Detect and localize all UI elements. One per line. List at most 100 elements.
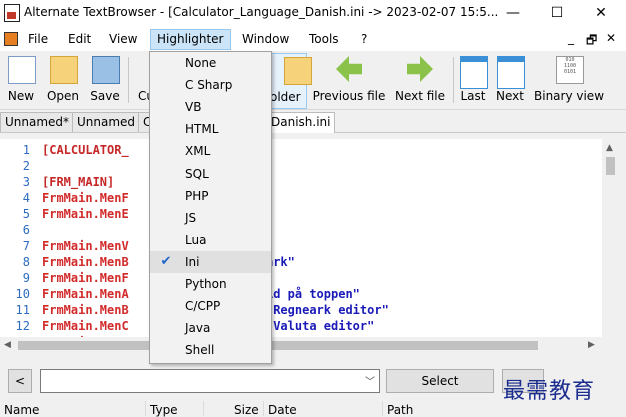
highlighter-option-c-sharp[interactable]: C Sharp — [150, 74, 271, 96]
highlighter-option-ini[interactable]: ✔ Ini — [150, 250, 271, 273]
scroll-up-icon[interactable]: ▲ — [606, 143, 613, 153]
folder-icon — [284, 57, 312, 85]
line-number: 4 — [22, 191, 30, 205]
mdi-minimize-button[interactable]: _ — [568, 31, 574, 45]
binary-file-icon: 010 1100 0101 — [556, 56, 584, 84]
new-label: New — [7, 89, 35, 103]
column-header-date[interactable]: Date — [268, 403, 297, 417]
next-window-icon — [497, 56, 525, 89]
next-button[interactable]: Next — [494, 53, 526, 107]
highlighter-option-none[interactable]: None — [150, 52, 271, 74]
menu-tools[interactable]: Tools — [303, 30, 345, 49]
highlighter-option-label: SQL — [185, 166, 209, 181]
tab-unnamed-modified[interactable]: Unnamed* — [0, 112, 75, 132]
document-menu-icon[interactable] — [4, 32, 18, 46]
menu-help[interactable]: ? — [355, 30, 373, 49]
code-token: [CALCULATOR_ — [42, 143, 129, 157]
cut-button[interactable]: Cu — [134, 53, 154, 107]
highlighter-option-shell[interactable]: Shell — [150, 339, 271, 361]
select-button[interactable]: Select — [386, 369, 494, 393]
vertical-scroll-thumb[interactable] — [606, 157, 615, 175]
arrow-left-icon — [336, 56, 362, 82]
code-token: FrmMain.MenV — [42, 239, 129, 253]
maximize-button[interactable]: ☐ — [535, 0, 579, 27]
highlighter-option-java[interactable]: Java — [150, 317, 271, 339]
text-editor[interactable]: 12345678910111213 [CALCULATOR_[FRM_MAIN]… — [0, 139, 602, 337]
column-divider[interactable] — [263, 401, 264, 416]
last-label: Last — [460, 89, 486, 103]
new-button[interactable]: New — [4, 53, 38, 107]
highlighter-option-vb[interactable]: VB — [150, 96, 271, 118]
menu-bar: File Edit View Highlighter Window Tools … — [0, 27, 626, 51]
arrow-right-icon — [407, 56, 433, 82]
previous-file-label: Previous file — [312, 89, 386, 103]
column-header-type[interactable]: Type — [150, 403, 178, 417]
highlighter-option-lua[interactable]: Lua — [150, 229, 271, 251]
new-file-icon — [8, 56, 36, 84]
highlighter-option-label: Shell — [185, 343, 215, 358]
next-file-label: Next file — [394, 89, 446, 103]
code-token: FrmMain.MenB — [42, 303, 129, 317]
watermark-text: 最需教育 — [503, 379, 596, 404]
highlighter-dropdown: None C Sharp VB HTML XML SQL PHP JS Lua ✔ Ini Pytho… — [149, 51, 272, 364]
highlighter-option-html[interactable]: HTML — [150, 118, 271, 140]
line-number: 12 — [15, 319, 30, 333]
back-button[interactable]: < — [8, 369, 32, 393]
checkmark-icon: ✔ — [160, 253, 172, 269]
highlighter-option-python[interactable]: Python — [150, 273, 271, 295]
folder-label: older — [270, 90, 301, 104]
menu-view[interactable]: View — [103, 30, 143, 49]
line-number: 2 — [22, 159, 30, 173]
tab-unnamed[interactable]: Unnamed — [72, 112, 141, 132]
line-number: 7 — [22, 239, 30, 253]
menu-edit[interactable]: Edit — [62, 30, 97, 49]
column-header-path[interactable]: Path — [387, 403, 413, 417]
highlighter-option-label: None — [185, 56, 217, 70]
open-button[interactable]: Open — [44, 53, 82, 107]
column-header-size[interactable]: Size — [234, 403, 259, 417]
line-number-gutter: 12345678910111213 — [0, 139, 36, 337]
menu-highlighter[interactable]: Highlighter — [150, 29, 231, 50]
highlighter-option-sql[interactable]: SQL — [150, 163, 271, 185]
scroll-left-icon[interactable]: ◀ — [4, 340, 11, 350]
horizontal-scroll-thumb[interactable] — [18, 341, 538, 350]
tab-danish-ini[interactable]: Danish.ini — [266, 112, 336, 133]
line-number: 3 — [22, 175, 30, 189]
column-divider[interactable] — [145, 401, 146, 416]
minimize-button[interactable]: — — [491, 0, 535, 27]
chevron-down-icon[interactable]: ﹀ — [365, 373, 375, 388]
highlighter-option-js[interactable]: JS — [150, 207, 271, 229]
mdi-close-button[interactable]: ✕ — [606, 31, 616, 45]
highlighter-option-php[interactable]: PHP — [150, 185, 271, 207]
code-token: FrmMain.MenF — [42, 191, 129, 205]
menu-file[interactable]: File — [22, 30, 54, 49]
document-tabs: Unnamed* Unnamed C Danish.ini — [0, 110, 626, 133]
code-token: "Valuta editor" — [265, 319, 375, 333]
horizontal-scrollbar[interactable]: ◀ ▶ — [0, 337, 602, 354]
close-button[interactable]: ✕ — [579, 0, 623, 27]
column-divider[interactable] — [203, 401, 204, 416]
binary-view-button[interactable]: 010 1100 0101 Binary view — [534, 53, 604, 107]
highlighter-option-label: Python — [185, 277, 227, 291]
highlighter-option-xml[interactable]: XML — [150, 140, 271, 162]
code-token: FrmMain.MenC — [42, 319, 129, 333]
menu-window[interactable]: Window — [236, 30, 295, 49]
vertical-scrollbar[interactable]: ▲ — [602, 139, 619, 337]
highlighter-option-label: XML — [185, 144, 211, 159]
code-line: FrmMain.MenE — [42, 206, 129, 222]
next-file-button[interactable]: Next file — [393, 53, 447, 107]
previous-file-button[interactable]: Previous file — [312, 53, 386, 107]
column-divider[interactable] — [382, 401, 383, 416]
folder-button[interactable]: older — [269, 53, 312, 109]
highlighter-option-label: Lua — [185, 232, 207, 247]
last-button[interactable]: Last — [458, 53, 488, 107]
last-window-icon — [460, 56, 488, 89]
path-combo[interactable]: ﹀ — [40, 369, 380, 393]
line-number: 9 — [22, 271, 30, 285]
column-header-name[interactable]: Name — [4, 403, 39, 417]
highlighter-option-label: Java — [185, 321, 211, 336]
save-button[interactable]: Save — [87, 53, 123, 107]
scroll-right-icon[interactable]: ▶ — [588, 340, 595, 350]
mdi-restore-button[interactable]: 🗗 — [586, 31, 597, 52]
highlighter-option-c-cpp[interactable]: C/CPP — [150, 295, 271, 317]
